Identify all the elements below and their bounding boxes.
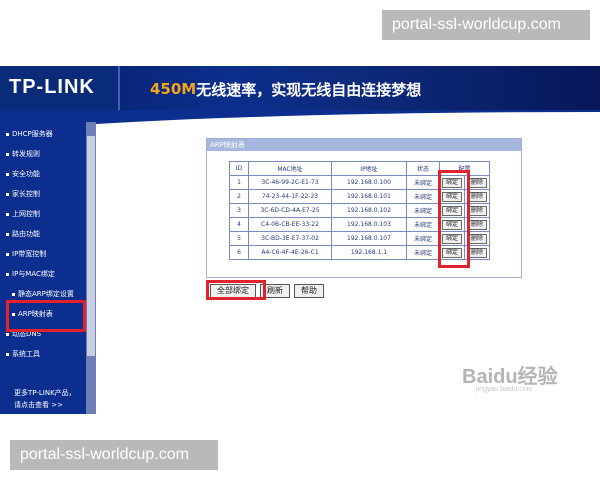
sidebar-scrollbar[interactable] [86, 122, 96, 414]
delete-button[interactable]: 删除 [467, 233, 488, 244]
sidebar-item-bandwidth[interactable]: IP带宽控制 [6, 248, 86, 260]
cell-status: 未绑定 [406, 189, 440, 204]
bottom-caption: portal-ssl-worldcup.com [10, 440, 218, 470]
tp-link-logo: TP-LINK [9, 76, 95, 98]
sidebar-item-static-arp[interactable]: 静态ARP绑定设置 [12, 288, 92, 300]
delete-button[interactable]: 删除 [467, 177, 488, 188]
baidu-watermark-url: jingyan.baidu.com [476, 386, 533, 393]
sidebar-menu: DHCP服务器 转发规则 安全功能 家长控制 上网控制 路由功能 IP带宽控制 … [0, 122, 96, 414]
panel-title: ARP映射表 [207, 139, 521, 151]
cell-id: 2 [229, 189, 249, 204]
help-button[interactable]: 帮助 [294, 284, 324, 298]
cell-mac: 74-23-44-1F-22-23 [248, 189, 332, 204]
sidebar-footer-line1[interactable]: 更多TP-LINK产品， [14, 388, 76, 398]
cell-status: 未绑定 [406, 217, 440, 232]
router-admin-page: TP-LINK 450M 无线速率，实现无线自由连接梦想 DHCP服务器 转发规… [0, 66, 600, 414]
cell-id: 1 [229, 175, 249, 190]
arp-table-panel: ARP映射表 ID MAC地址 IP地址 状态 配置 1 3C-46-99-2C-… [206, 138, 522, 278]
slogan-text: 无线速率，实现无线自由连接梦想 [196, 80, 422, 99]
cell-status: 未绑定 [406, 175, 440, 190]
delete-button[interactable]: 删除 [467, 219, 488, 230]
cell-status: 未绑定 [406, 203, 440, 218]
cell-ip: 192.168.0.103 [331, 217, 407, 232]
top-caption: portal-ssl-worldcup.com [382, 10, 590, 40]
cell-ip: 192.168.0.107 [331, 231, 407, 246]
cell-ip: 192.168.0.101 [331, 189, 407, 204]
sidebar-footer-line2[interactable]: 请点击查看 >> [14, 400, 63, 410]
cell-ip: 192.168.1.1 [331, 245, 407, 260]
cell-ip: 192.168.0.102 [331, 203, 407, 218]
col-status: 状态 [406, 161, 440, 176]
sidebar-item-parental[interactable]: 家长控制 [6, 188, 86, 200]
cell-id: 6 [229, 245, 249, 260]
cell-mac: C4-0B-CB-EE-33-22 [248, 217, 332, 232]
sidebar-item-forwarding[interactable]: 转发规则 [6, 148, 86, 160]
cell-id: 3 [229, 203, 249, 218]
cell-mac: 3C-6D-CD-4A-E7-25 [248, 203, 332, 218]
baidu-watermark: Baidu经验 [462, 366, 558, 388]
cell-id: 5 [229, 231, 249, 246]
cell-status: 未绑定 [406, 231, 440, 246]
sidebar-item-system[interactable]: 系统工具 [6, 348, 86, 360]
cell-status: 未绑定 [406, 245, 440, 260]
col-id: ID [229, 161, 249, 176]
slogan: 450M 无线速率，实现无线自由连接梦想 [128, 74, 600, 104]
slogan-speed: 450M [150, 80, 197, 98]
sidebar-item-ip-mac[interactable]: IP与MAC绑定 [6, 268, 86, 280]
sidebar-item-access[interactable]: 上网控制 [6, 208, 86, 220]
sidebar-item-security[interactable]: 安全功能 [6, 168, 86, 180]
cell-mac: A4-C6-4F-4E-26-C1 [248, 245, 332, 260]
cell-mac: 3C-46-99-2C-E1-73 [248, 175, 332, 190]
delete-button[interactable]: 删除 [467, 191, 488, 202]
delete-button[interactable]: 删除 [467, 247, 488, 258]
cell-mac: 3C-BD-3E-E7-37-02 [248, 231, 332, 246]
scrollbar-thumb[interactable] [87, 136, 95, 356]
header-banner: TP-LINK 450M 无线速率，实现无线自由连接梦想 [0, 66, 600, 112]
highlight-box-arp-menu [6, 300, 86, 332]
col-ip: IP地址 [331, 161, 407, 176]
delete-button[interactable]: 删除 [467, 205, 488, 216]
sidebar-item-routing[interactable]: 路由功能 [6, 228, 86, 240]
col-mac: MAC地址 [248, 161, 332, 176]
highlight-box-bind-all [206, 280, 266, 300]
sidebar-item-dhcp[interactable]: DHCP服务器 [6, 128, 86, 140]
cell-ip: 192.168.0.100 [331, 175, 407, 190]
cell-id: 4 [229, 217, 249, 232]
highlight-box-bind-column [438, 170, 470, 268]
logo-box: TP-LINK [0, 66, 120, 112]
